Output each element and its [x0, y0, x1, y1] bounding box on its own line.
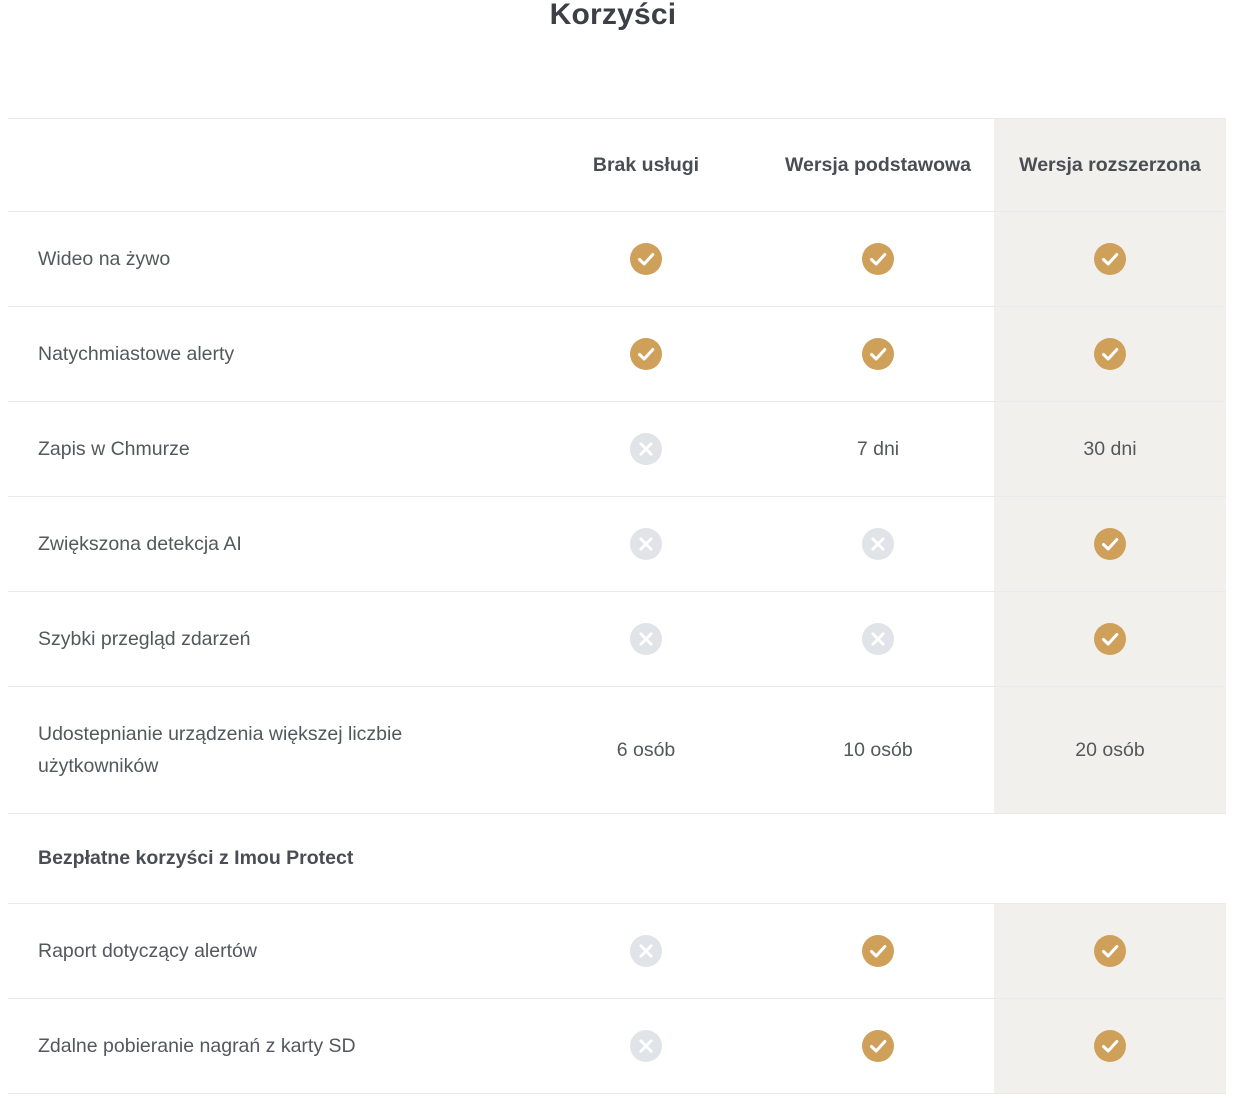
column-header-wersja-podstawowa: Wersja podstawowa: [762, 119, 994, 211]
value-text: 20 osób: [1075, 739, 1144, 762]
feature-label: Szybki przegląd zdarzeń: [8, 592, 530, 686]
cross-icon: [630, 623, 662, 655]
benefits-comparison-table: Brak usługi Wersja podstawowa Wersja roz…: [8, 118, 1226, 1094]
column-header-wersja-rozszerzona: Wersja rozszerzona: [994, 119, 1226, 211]
page-title: Korzyści: [0, 0, 1226, 32]
check-icon: [630, 243, 662, 275]
value-cell: [762, 592, 994, 686]
value-cell: [530, 307, 762, 401]
value-text: 6 osób: [617, 739, 676, 762]
table-header-row: Brak usługi Wersja podstawowa Wersja roz…: [8, 119, 1226, 212]
value-cell: [530, 497, 762, 591]
table-body: Wideo na żywoNatychmiastowe alertyZapis …: [8, 212, 1226, 1094]
value-cell: [530, 402, 762, 496]
check-icon: [862, 935, 894, 967]
feature-label: Zwiększona detekcja AI: [8, 497, 530, 591]
table-row: Szybki przegląd zdarzeń: [8, 592, 1226, 687]
check-icon: [630, 338, 662, 370]
table-row: Zdalne pobieranie nagrań z karty SD: [8, 999, 1226, 1094]
table-row: Wideo na żywo: [8, 212, 1226, 307]
check-icon: [1094, 1030, 1126, 1062]
check-icon: [1094, 935, 1126, 967]
value-cell: [762, 497, 994, 591]
value-text: 10 osób: [843, 739, 912, 762]
column-header-brak-uslugi: Brak usługi: [530, 119, 762, 211]
cross-icon: [630, 1030, 662, 1062]
check-icon: [1094, 623, 1126, 655]
cross-icon: [862, 528, 894, 560]
value-cell: [762, 212, 994, 306]
header-spacer-cell: [8, 119, 530, 211]
feature-label: Raport dotyczący alertów: [8, 904, 530, 998]
feature-label: Udostepnianie urządzenia większej liczbi…: [8, 687, 530, 813]
feature-label: Wideo na żywo: [8, 212, 530, 306]
table-row: Zwiększona detekcja AI: [8, 497, 1226, 592]
value-cell: [994, 904, 1226, 998]
value-cell: [530, 904, 762, 998]
value-cell: [762, 904, 994, 998]
value-cell: [762, 999, 994, 1093]
value-cell: 7 dni: [762, 402, 994, 496]
table-row: Udostepnianie urządzenia większej liczbi…: [8, 687, 1226, 814]
table-row: Zapis w Chmurze 7 dni 30 dni: [8, 402, 1226, 497]
value-cell: [530, 212, 762, 306]
cross-icon: [630, 433, 662, 465]
value-text: 7 dni: [857, 438, 899, 461]
value-cell: [994, 307, 1226, 401]
check-icon: [862, 1030, 894, 1062]
feature-label: Zapis w Chmurze: [8, 402, 530, 496]
cross-icon: [630, 528, 662, 560]
cross-icon: [862, 623, 894, 655]
section-header-row: Bezpłatne korzyści z Imou Protect: [8, 814, 1226, 904]
check-icon: [862, 338, 894, 370]
value-cell: 30 dni: [994, 402, 1226, 496]
value-text: 30 dni: [1083, 438, 1136, 461]
value-cell: [994, 212, 1226, 306]
table-row: Raport dotyczący alertów: [8, 904, 1226, 999]
feature-label: Natychmiastowe alerty: [8, 307, 530, 401]
section-title: Bezpłatne korzyści z Imou Protect: [8, 847, 353, 870]
value-cell: 20 osób: [994, 687, 1226, 813]
value-cell: [994, 497, 1226, 591]
check-icon: [1094, 243, 1126, 275]
value-cell: 10 osób: [762, 687, 994, 813]
cross-icon: [630, 935, 662, 967]
value-cell: [530, 592, 762, 686]
value-cell: 6 osób: [530, 687, 762, 813]
value-cell: [994, 592, 1226, 686]
table-row: Natychmiastowe alerty: [8, 307, 1226, 402]
feature-label: Zdalne pobieranie nagrań z karty SD: [8, 999, 530, 1093]
check-icon: [862, 243, 894, 275]
value-cell: [762, 307, 994, 401]
value-cell: [530, 999, 762, 1093]
value-cell: [994, 999, 1226, 1093]
check-icon: [1094, 338, 1126, 370]
check-icon: [1094, 528, 1126, 560]
